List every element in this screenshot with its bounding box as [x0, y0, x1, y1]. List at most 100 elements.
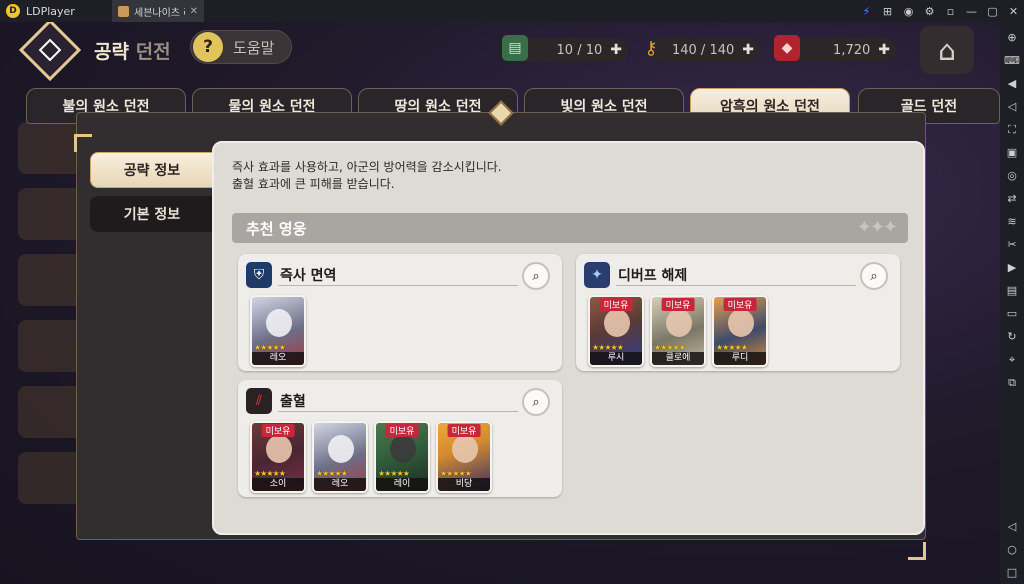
resource-ticket: ▤ 10 / 10 ✚ [502, 35, 628, 62]
frame-corner-ornament [74, 134, 92, 152]
game-tab-icon [118, 5, 129, 17]
folder-icon[interactable]: ▭ [1000, 302, 1024, 325]
hero-name: 루디 [714, 352, 766, 365]
gamepad-icon[interactable]: ⊕ [1000, 26, 1024, 49]
sync-icon[interactable]: ⇄ [1000, 187, 1024, 210]
record-icon[interactable]: ◎ [1000, 164, 1024, 187]
hero-stars: ★★★★★ [378, 469, 410, 478]
hero-search-button[interactable]: ⌕ [860, 262, 888, 290]
hero-stars: ★★★★★ [316, 469, 348, 478]
ldplayer-logo-icon: D [6, 4, 20, 18]
section-title: 추천 영웅 [246, 220, 307, 238]
apk-icon[interactable]: ▤ [1000, 279, 1024, 302]
gift-icon[interactable]: ⊞ [877, 5, 898, 18]
hero-search-button[interactable]: ⌕ [522, 388, 550, 416]
minimize-to-tray-icon[interactable]: ▫ [940, 5, 961, 18]
volume-icon[interactable]: ◀ [1000, 72, 1024, 95]
ruby-icon: ◆ [774, 35, 800, 61]
search-icon: ⌕ [870, 268, 878, 284]
emulator-sidebar: ⊕ ⌨ ◀ ◁ ⛶ ▣ ◎ ⇄ ≋ ✂ ▶ ▤ ▭ ↻ ⌖ ⧉ ◁ ○ □ [1000, 22, 1024, 584]
key-plus-icon[interactable]: ✚ [742, 42, 754, 58]
hero-name: 레이 [376, 478, 428, 491]
ticket-value: 10 / 10 [556, 42, 603, 58]
hero-stars: ★★★★★ [592, 343, 624, 352]
help-label: 도움말 [233, 38, 275, 57]
volume-down-icon[interactable]: ◁ [1000, 95, 1024, 118]
ticket-icon: ▤ [502, 35, 528, 61]
search-icon: ⌕ [532, 268, 540, 284]
hero-search-button[interactable]: ⌕ [522, 262, 550, 290]
hero-face [328, 435, 354, 463]
multi-instance-icon[interactable]: ⧉ [1000, 371, 1024, 394]
page-title-main: 공략 [94, 41, 129, 63]
hero-group-card: ⛨ 즉사 면역 ⌕ ★★★★★ 레오 [238, 254, 562, 371]
account-icon[interactable]: ◉ [898, 5, 919, 18]
hero-card[interactable]: 미보유 ★★★★★ 비당 [436, 421, 492, 493]
home-circle-icon[interactable]: ○ [1000, 538, 1024, 561]
hero-face [390, 435, 416, 463]
hero-face [728, 309, 754, 337]
scissors-icon[interactable]: ✂ [1000, 233, 1024, 256]
recents-icon[interactable]: □ [1000, 561, 1024, 584]
sparkle-decoration-icon: ✦✦✦ [856, 217, 898, 238]
tab-strategy-info[interactable]: 공략 정보 [90, 152, 214, 188]
minimize-icon[interactable]: — [961, 5, 982, 18]
hero-card[interactable]: ★★★★★ 레오 [312, 421, 368, 493]
tab-basic-info[interactable]: 기본 정보 [90, 196, 214, 232]
resource-ruby: ◆ 1,720 ✚ [774, 35, 896, 62]
video-icon[interactable]: ▶ [1000, 256, 1024, 279]
recommended-heroes-header: 추천 영웅 ✦✦✦ [232, 213, 908, 243]
hero-stars: ★★★★★ [440, 469, 472, 478]
not-owned-badge: 미보유 [599, 298, 633, 311]
hero-group-card: ✦ 디버프 해제 ⌕ 미보유 ★★★★★ 루시 미보유 ★★★★★ 클로에 미보… [576, 254, 900, 371]
hero-card[interactable]: 미보유 ★★★★★ 소이 [250, 421, 306, 493]
hero-stars: ★★★★★ [716, 343, 748, 352]
ticket-plus-icon[interactable]: ✚ [610, 42, 622, 58]
boost-icon[interactable]: ⚡ [856, 5, 877, 18]
page-title: 공략 던전 [94, 37, 171, 64]
description-line: 출혈 효과에 큰 피해를 받습니다. [232, 177, 395, 191]
not-owned-badge: 미보유 [723, 298, 757, 311]
help-button[interactable]: ? 도움말 [190, 30, 292, 64]
hero-name: 루시 [590, 352, 642, 365]
game-tab[interactable]: 세븐나이츠 리... ✕ [112, 0, 204, 22]
hero-card[interactable]: 미보유 ★★★★★ 루디 [712, 295, 768, 367]
hero-face [666, 309, 692, 337]
strategy-content: 즉사 효과를 사용하고, 아군의 방어력을 감소시킵니다. 출혈 효과에 큰 피… [212, 141, 925, 535]
fullscreen-icon[interactable]: ⛶ [1000, 118, 1024, 141]
hero-stars: ★★★★★ [654, 343, 686, 352]
hero-card[interactable]: 미보유 ★★★★★ 클로에 [650, 295, 706, 367]
hero-group-title: 출혈 [280, 394, 306, 410]
shake-icon[interactable]: ≋ [1000, 210, 1024, 233]
claw-icon: ⫽ [246, 388, 272, 414]
rotate-icon[interactable]: ↻ [1000, 325, 1024, 348]
key-value: 140 / 140 [671, 42, 735, 58]
hero-name: 비당 [438, 478, 490, 491]
close-icon[interactable]: ✕ [1003, 5, 1024, 18]
key-icon: ⚷ [644, 37, 658, 59]
back-icon[interactable]: ◁ [1000, 515, 1024, 538]
hero-stars: ★★★★★ [254, 469, 286, 478]
hero-name: 레오 [314, 478, 366, 491]
hero-card[interactable]: ★★★★★ 레오 [250, 295, 306, 367]
title-divider [278, 285, 518, 286]
screenshot-icon[interactable]: ▣ [1000, 141, 1024, 164]
keyboard-icon[interactable]: ⌨ [1000, 49, 1024, 72]
hero-face [604, 309, 630, 337]
top-header: 공략 던전 ? 도움말 ▤ 10 / 10 ✚ ⚷ 140 / 140 ✚ ◆ … [0, 22, 1000, 82]
settings-icon[interactable]: ⚙ [919, 5, 940, 18]
description-line: 즉사 효과를 사용하고, 아군의 방어력을 감소시킵니다. [232, 160, 502, 174]
question-icon: ? [193, 32, 223, 62]
ruby-value: 1,720 [833, 42, 871, 58]
ruby-plus-icon[interactable]: ✚ [878, 42, 890, 58]
title-divider [278, 411, 518, 412]
home-button[interactable]: ⌂ [920, 26, 974, 74]
game-tab-title: 세븐나이츠 리... [134, 7, 185, 19]
hero-card[interactable]: 미보유 ★★★★★ 레이 [374, 421, 430, 493]
location-icon[interactable]: ⌖ [1000, 348, 1024, 371]
hero-card[interactable]: 미보유 ★★★★★ 루시 [588, 295, 644, 367]
maximize-icon[interactable]: ▢ [982, 5, 1003, 18]
hero-face [452, 435, 478, 463]
dungeon-description: 즉사 효과를 사용하고, 아군의 방어력을 감소시킵니다. 출혈 효과에 큰 피… [232, 159, 502, 193]
tab-close-icon[interactable]: ✕ [190, 6, 198, 17]
